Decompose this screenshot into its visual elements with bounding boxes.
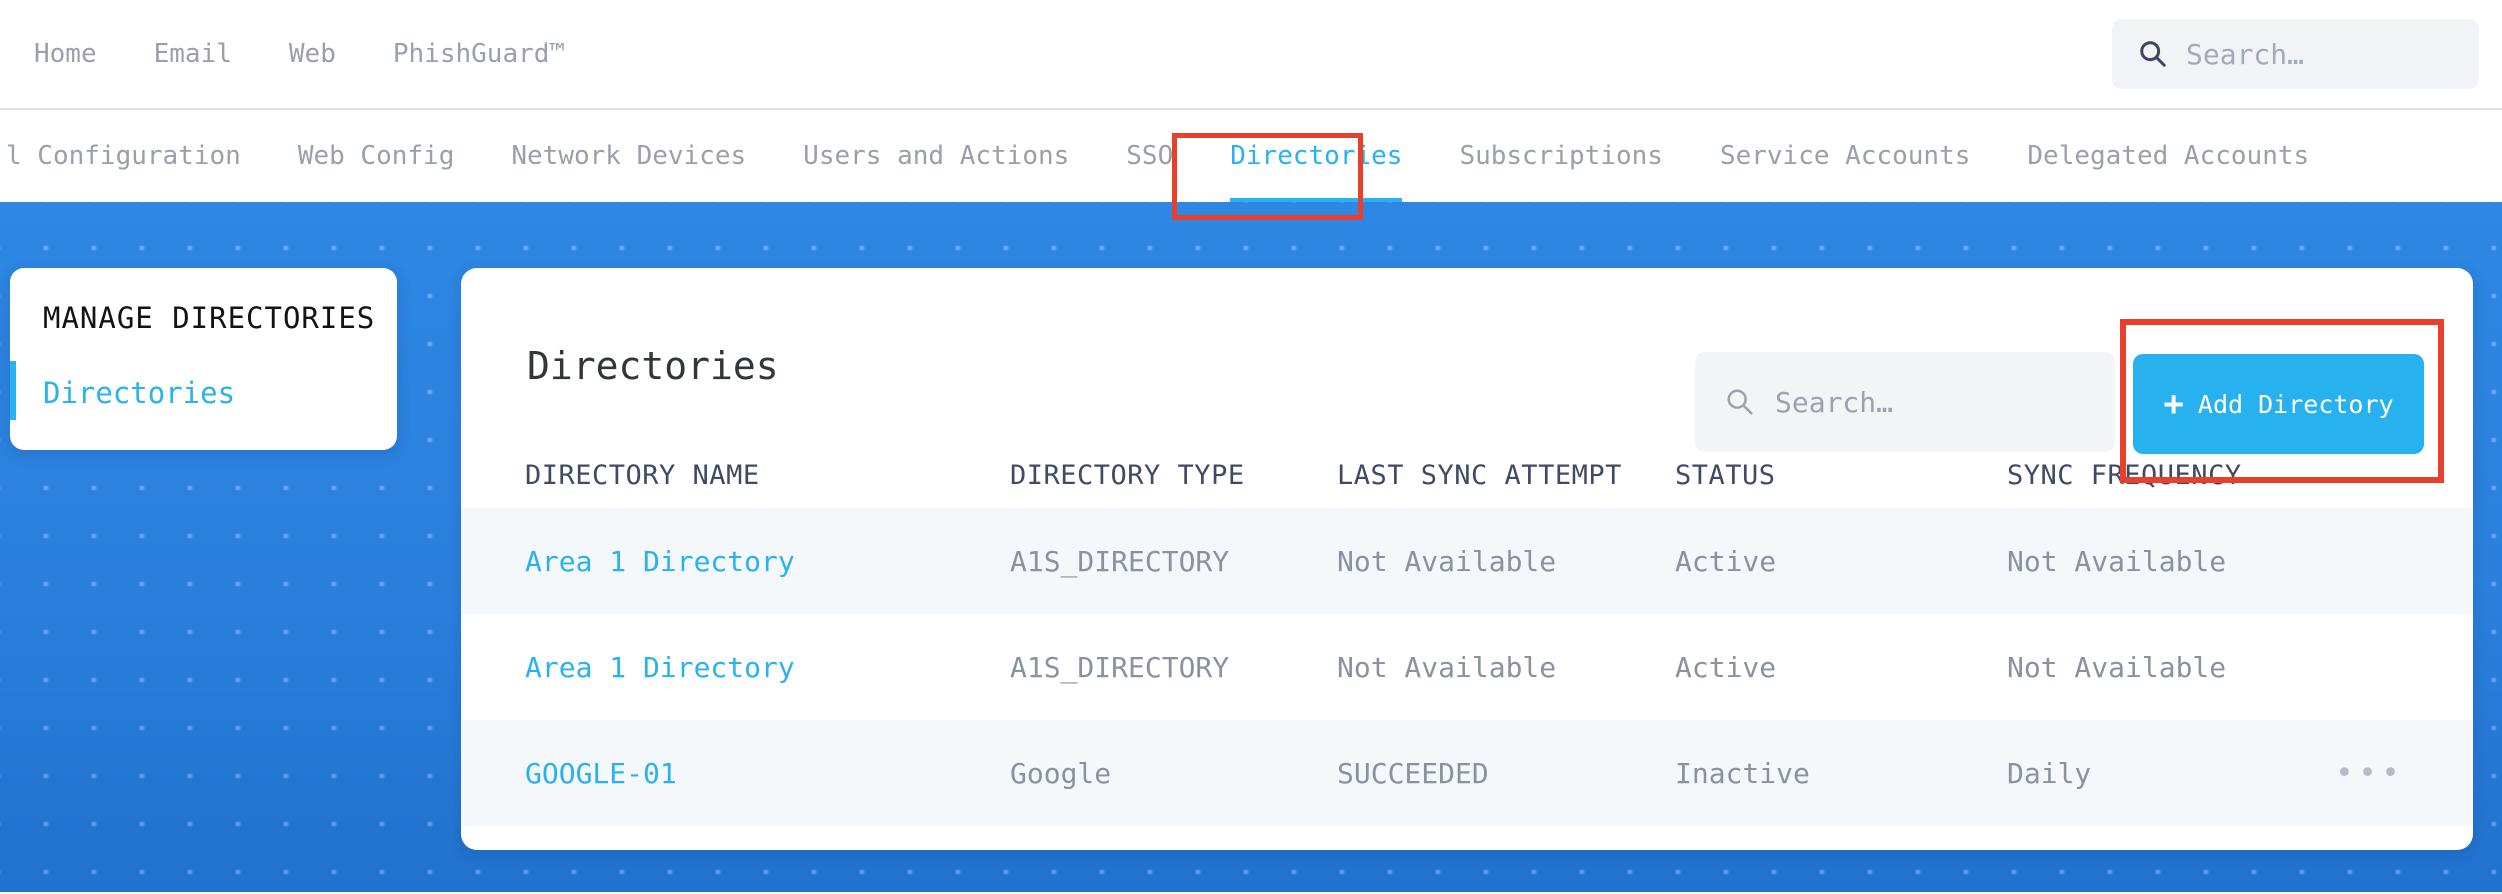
nav-phishguard[interactable]: PhishGuard™: [393, 39, 565, 69]
last-sync-attempt: Not Available: [1337, 544, 1557, 578]
directory-type: A1S_DIRECTORY: [1010, 544, 1230, 578]
tab-web-config[interactable]: Web Config: [298, 110, 455, 202]
tab-email-configuration[interactable]: l Configuration: [6, 110, 241, 202]
directory-type: A1S_DIRECTORY: [1010, 650, 1230, 684]
workspace-background: MANAGE DIRECTORIES Directories Directori…: [0, 202, 2502, 892]
search-icon: [2140, 41, 2166, 67]
page-title: Directories: [527, 344, 779, 388]
top-navigation: Home Email Web PhishGuard™: [0, 0, 2502, 110]
col-sync-frequency: SYNC FREQUENCY: [2007, 460, 2242, 491]
add-directory-button[interactable]: + Add Directory: [2133, 354, 2424, 454]
nav-email[interactable]: Email: [154, 39, 232, 69]
sync-frequency: Not Available: [2007, 544, 2227, 578]
search-icon: [1727, 389, 1753, 415]
global-search-input[interactable]: [2186, 37, 2466, 71]
nav-home[interactable]: Home: [34, 39, 97, 69]
last-sync-attempt: SUCCEEDED: [1337, 756, 1489, 790]
directory-name-link[interactable]: Area 1 Directory: [525, 545, 1010, 578]
tab-delegated-accounts[interactable]: Delegated Accounts: [2027, 110, 2309, 202]
directories-search[interactable]: [1695, 352, 2115, 452]
sidebar-item-directories[interactable]: Directories: [43, 376, 235, 410]
directory-type: Google: [1010, 756, 1112, 790]
directories-table: DIRECTORY NAME DIRECTORY TYPE LAST SYNC …: [461, 443, 2473, 826]
add-directory-label: Add Directory: [2197, 389, 2394, 419]
sync-frequency: Not Available: [2007, 650, 2227, 684]
tab-directories[interactable]: Directories: [1230, 110, 1403, 204]
global-search[interactable]: [2112, 19, 2479, 89]
table-row: Area 1 Directory A1S_DIRECTORY Not Avail…: [461, 508, 2473, 614]
col-status: STATUS: [1675, 460, 1776, 491]
plus-icon: +: [2163, 384, 2184, 424]
table-header-row: DIRECTORY NAME DIRECTORY TYPE LAST SYNC …: [461, 443, 2473, 508]
manage-directories-panel: MANAGE DIRECTORIES Directories: [10, 268, 397, 450]
settings-tab-bar: l Configuration Web Config Network Devic…: [0, 110, 2502, 204]
active-item-bar: [10, 361, 16, 420]
directories-card: Directories + Add Directory DIRECTORY NA…: [461, 268, 2473, 850]
sync-frequency: Daily: [2007, 756, 2092, 790]
ellipsis-icon[interactable]: •••: [2327, 756, 2413, 791]
last-sync-attempt: Not Available: [1337, 650, 1557, 684]
col-directory-type: DIRECTORY TYPE: [1010, 460, 1245, 491]
tab-network-devices[interactable]: Network Devices: [511, 110, 746, 202]
table-row: Area 1 Directory A1S_DIRECTORY Not Avail…: [461, 614, 2473, 720]
directory-name-link[interactable]: Area 1 Directory: [525, 651, 1010, 684]
directories-search-input[interactable]: [1775, 385, 2075, 419]
status: Inactive: [1675, 756, 1810, 790]
col-last-sync-attempt: LAST SYNC ATTEMPT: [1337, 460, 1622, 491]
directory-name-link[interactable]: GOOGLE-01: [525, 757, 1010, 790]
tab-users-and-actions[interactable]: Users and Actions: [803, 110, 1069, 202]
panel-heading: MANAGE DIRECTORIES: [43, 301, 376, 335]
status: Active: [1675, 544, 1777, 578]
status: Active: [1675, 650, 1777, 684]
table-row: GOOGLE-01 Google SUCCEEDED Inactive Dail…: [461, 720, 2473, 826]
col-directory-name: DIRECTORY NAME: [525, 460, 760, 491]
tab-subscriptions[interactable]: Subscriptions: [1459, 110, 1663, 202]
tab-sso[interactable]: SSO: [1126, 110, 1173, 202]
tab-directories-label: Directories: [1230, 141, 1403, 171]
nav-web[interactable]: Web: [289, 39, 336, 69]
tab-service-accounts[interactable]: Service Accounts: [1720, 110, 1970, 202]
